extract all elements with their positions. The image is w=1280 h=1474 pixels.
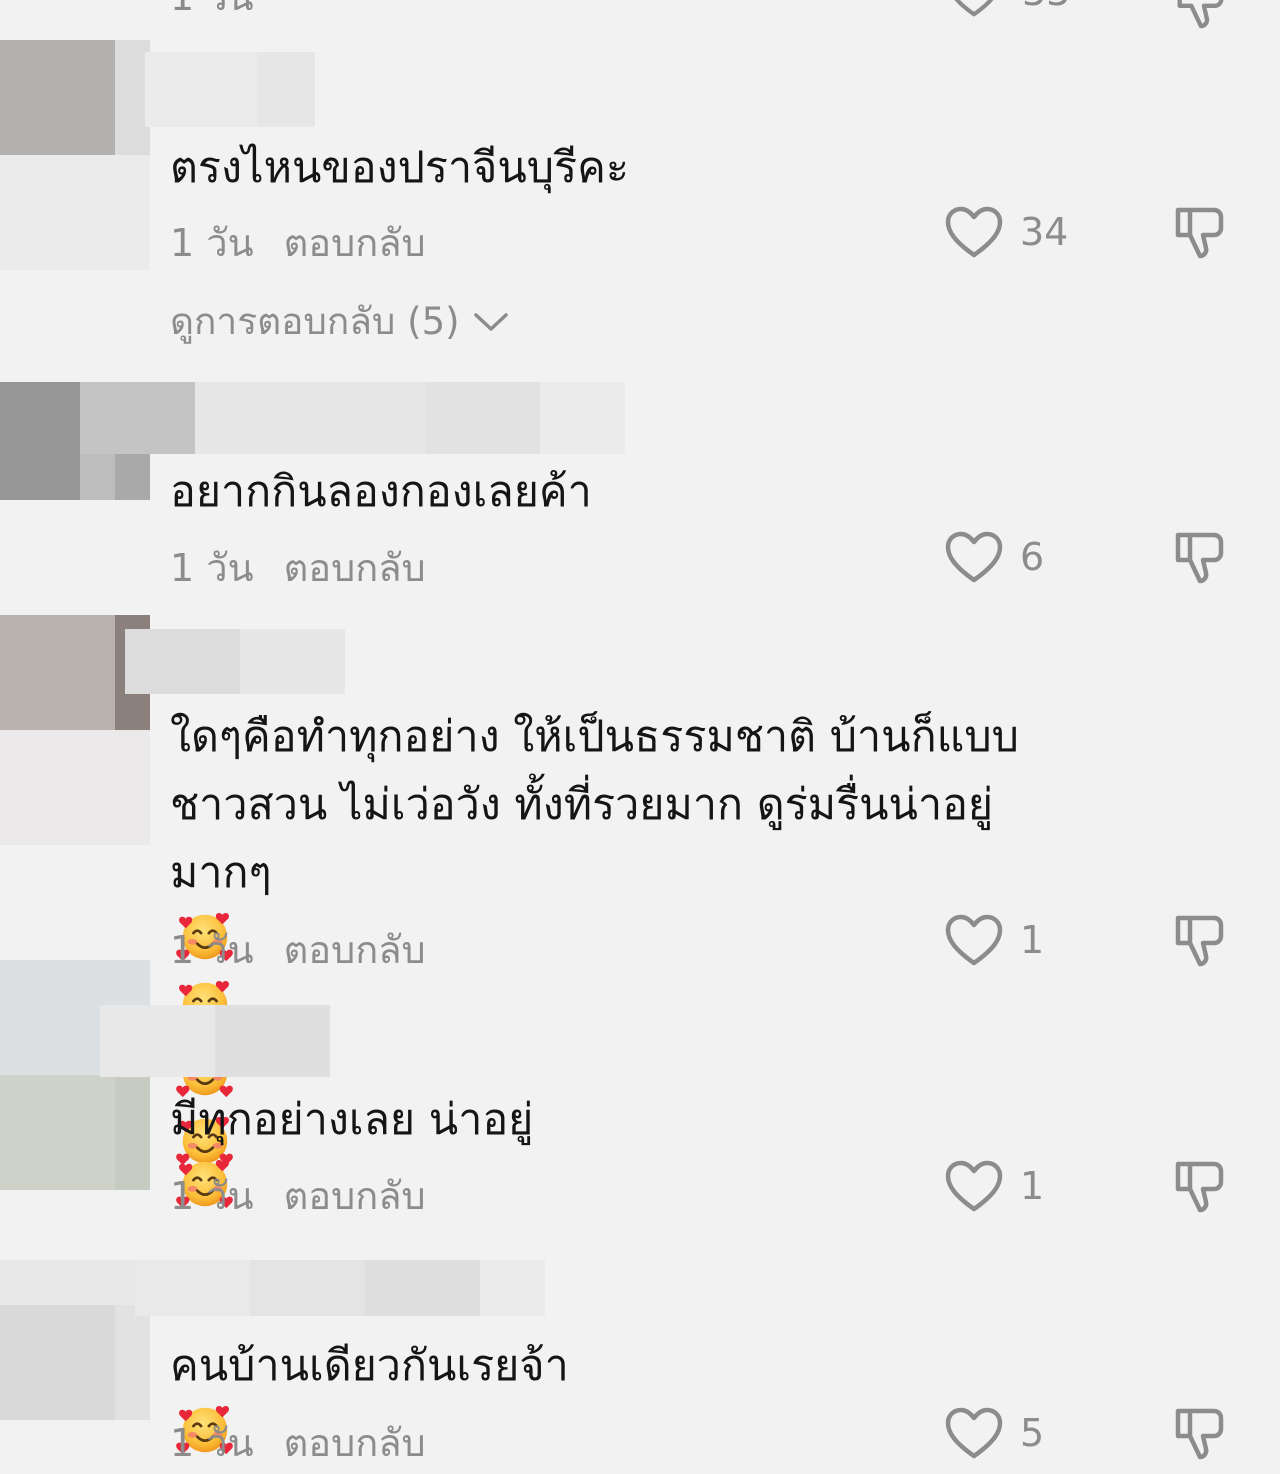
like-count: 34 — [1020, 210, 1069, 254]
reply-button[interactable]: ตอบกลับ — [284, 919, 426, 980]
thumbs-down-icon[interactable] — [1172, 0, 1230, 30]
like-button[interactable]: 1 — [944, 913, 1044, 967]
heart-icon — [945, 1407, 1003, 1459]
comment-time: 1 วัน — [170, 1421, 254, 1465]
heart-icon — [945, 206, 1003, 258]
comment-meta: 1 วัน ตอบกลับ — [170, 537, 426, 598]
thumbs-down-icon[interactable] — [1170, 527, 1230, 587]
reply-button[interactable]: ตอบกลับ — [284, 1165, 426, 1226]
heart-icon — [945, 914, 1003, 966]
comment-time: 1 วัน — [170, 221, 254, 265]
comment-text-line: ชาวสวน ไม่เว่อวัง ทั้งที่รวยมาก ดูร่มรื่… — [170, 780, 994, 830]
comment-text-content: คนบ้านเดียวกันเรยจ้า — [170, 1341, 569, 1391]
avatar[interactable] — [0, 1260, 150, 1420]
like-count: 1 — [1020, 918, 1045, 962]
comment-meta: 1 วัน ตอบกลับ — [170, 212, 426, 273]
comments-screen: 1 วัน 33 ตรงไหนของปราจีนบุรีคะ 1 วัน ตอบ… — [0, 0, 1280, 1474]
avatar[interactable] — [0, 40, 150, 270]
heart-icon — [945, 531, 1003, 583]
comment-text: ตรงไหนของปราจีนบุรีคะ — [170, 143, 629, 193]
username-blurred[interactable] — [145, 52, 315, 127]
username-blurred[interactable] — [135, 1260, 545, 1316]
view-replies-label: ดูการตอบกลับ (5) — [170, 300, 460, 343]
comment-text-line: ใดๆคือทำทุกอย่าง ให้เป็นธรรมชาติ บ้านก็แ… — [170, 712, 1019, 762]
comment-time: 1 วัน — [170, 928, 254, 972]
heart-icon[interactable] — [946, 0, 1002, 18]
like-button[interactable]: 5 — [944, 1406, 1044, 1460]
view-replies-button[interactable]: ดูการตอบกลับ (5) — [170, 292, 510, 351]
username-blurred[interactable] — [100, 1005, 330, 1077]
like-count: 1 — [1020, 1164, 1045, 1208]
comment-text: อยากกินลองกองเลยค้า — [170, 467, 592, 517]
like-button[interactable]: 6 — [944, 530, 1044, 584]
like-count: 5 — [1020, 1411, 1045, 1455]
comment-meta: 1 วัน ตอบกลับ — [170, 919, 426, 980]
chevron-down-icon — [473, 312, 508, 331]
reply-button[interactable]: ตอบกลับ — [284, 1412, 426, 1473]
comment-time: 1 วัน — [170, 546, 254, 590]
comment-time: 1 วัน — [170, 1174, 254, 1218]
username-blurred[interactable] — [125, 629, 345, 694]
thumbs-down-icon[interactable] — [1170, 910, 1230, 970]
thumbs-down-icon[interactable] — [1170, 1403, 1230, 1463]
reply-button[interactable]: ตอบกลับ — [284, 537, 426, 598]
comment-text-line: มากๆ — [170, 848, 272, 898]
comment-text-content: มีทุกอย่างเลย น่าอยู่ — [170, 1095, 534, 1145]
comment-meta: 1 วัน ตอบกลับ — [170, 1165, 426, 1226]
previous-comment-time: 1 วัน — [170, 0, 254, 27]
reply-button[interactable]: ตอบกลับ — [284, 212, 426, 273]
like-button[interactable]: 1 — [944, 1159, 1044, 1213]
thumbs-down-icon[interactable] — [1170, 202, 1230, 262]
username-blurred[interactable] — [80, 382, 625, 454]
like-button[interactable]: 34 — [944, 205, 1068, 259]
thumbs-down-icon[interactable] — [1170, 1156, 1230, 1216]
comment-meta: 1 วัน ตอบกลับ — [170, 1412, 426, 1473]
previous-like-count: 33 — [1022, 0, 1070, 14]
heart-icon — [945, 1160, 1003, 1212]
like-count: 6 — [1020, 535, 1045, 579]
